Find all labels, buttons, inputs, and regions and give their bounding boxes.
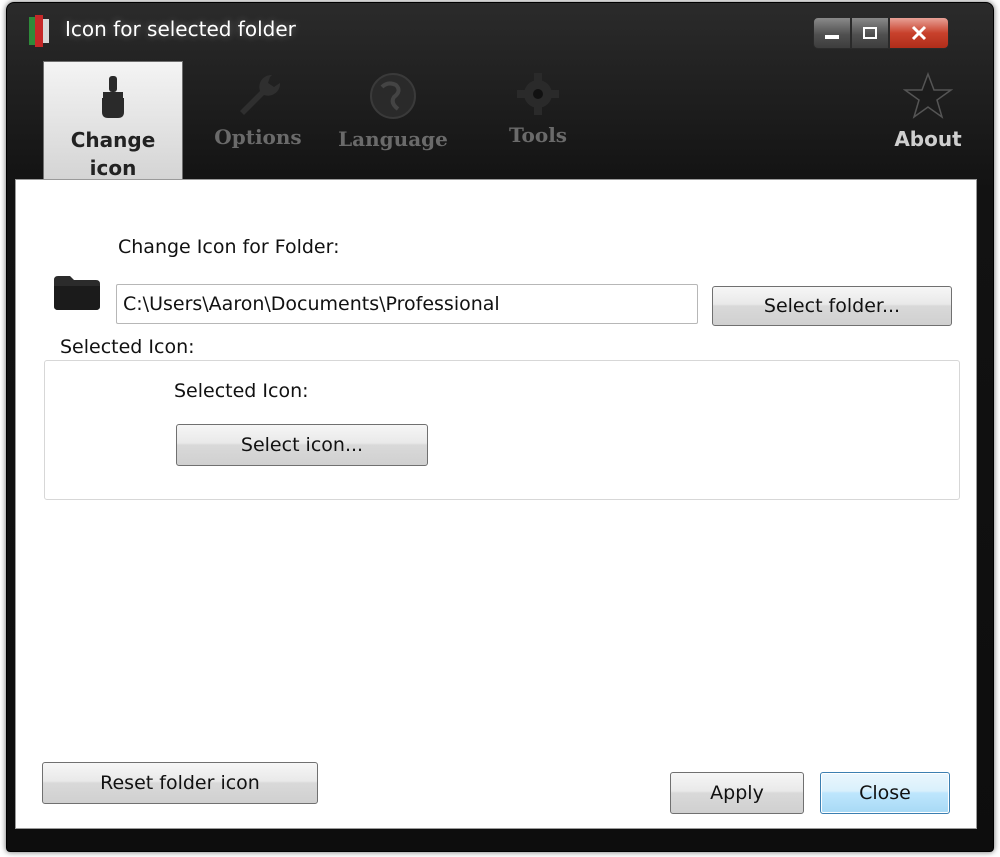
tab-about-label: About: [894, 127, 962, 151]
close-window-button[interactable]: [889, 17, 949, 49]
folder-path-input[interactable]: [116, 284, 698, 324]
change-icon-panel: Change Icon for Folder: Select folder...…: [15, 179, 977, 829]
tab-language[interactable]: Language: [333, 57, 453, 181]
wrench-icon: [240, 74, 281, 115]
apply-button[interactable]: Apply: [670, 772, 804, 814]
close-button[interactable]: Close: [820, 772, 950, 814]
tab-label-line1: Change: [70, 128, 156, 152]
tab-language-label: Language: [338, 127, 448, 151]
tab-about[interactable]: About: [873, 57, 983, 181]
caption-buttons: [813, 17, 949, 49]
gear-icon: [517, 73, 559, 115]
reset-folder-icon-button[interactable]: Reset folder icon: [42, 762, 318, 804]
title-bar[interactable]: Icon for selected folder: [7, 3, 993, 57]
paintbrush-icon: [102, 76, 124, 118]
folder-icon: [54, 276, 100, 310]
minimize-icon: [825, 35, 839, 39]
window-title: Icon for selected folder: [65, 17, 296, 41]
star-icon: [903, 71, 953, 119]
maximize-button[interactable]: [851, 17, 889, 49]
selected-icon-label: Selected Icon:: [174, 380, 309, 402]
tab-label-line2: icon: [89, 156, 137, 180]
tab-options[interactable]: Options: [203, 57, 313, 181]
app-icon: [29, 15, 49, 47]
tab-tools[interactable]: Tools: [483, 57, 593, 181]
change-folder-label: Change Icon for Folder:: [118, 236, 340, 258]
select-folder-button[interactable]: Select folder...: [712, 286, 952, 326]
tab-bar: Change icon Options Language Tools About: [7, 57, 993, 181]
tab-tools-label: Tools: [508, 123, 568, 147]
tab-change-icon[interactable]: Change icon: [43, 61, 183, 181]
selected-icon-group-title: Selected Icon:: [58, 336, 197, 358]
close-icon: [911, 25, 927, 41]
main-window: Icon for selected folder Change icon Opt…: [6, 2, 994, 852]
select-icon-button[interactable]: Select icon...: [176, 424, 428, 466]
globe-icon: [370, 73, 416, 119]
tab-options-label: Options: [214, 125, 302, 149]
maximize-icon: [863, 27, 877, 39]
minimize-button[interactable]: [813, 17, 851, 49]
